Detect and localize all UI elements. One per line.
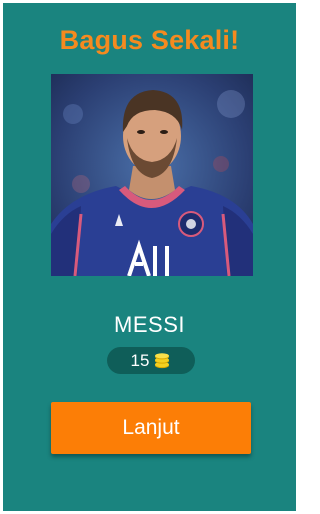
- result-title: Bagus Sekali!: [59, 25, 240, 55]
- coin-amount: 15: [130, 350, 150, 370]
- player-photo: [51, 74, 253, 276]
- coin-reward-badge: 15: [107, 347, 195, 374]
- next-button[interactable]: Lanjut: [51, 402, 251, 454]
- coin-stack-icon: [153, 352, 171, 369]
- result-dialog: Bagus Sekali! MESSI 15 Lanjut: [3, 3, 296, 511]
- player-name: MESSI: [114, 312, 185, 337]
